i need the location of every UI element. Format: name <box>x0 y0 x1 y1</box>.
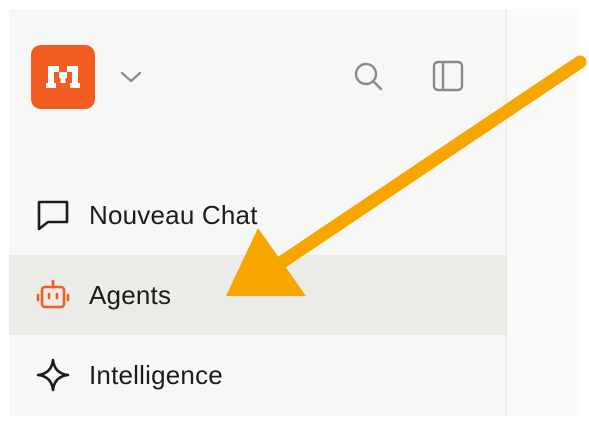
sidebar-item-agents[interactable]: Agents <box>9 255 506 335</box>
sidebar-toggle-icon <box>432 60 464 92</box>
search-icon <box>354 62 383 91</box>
sidebar-item-label: Intelligence <box>89 359 223 390</box>
sidebar-item-nouveau-chat[interactable]: Nouveau Chat <box>9 175 506 255</box>
workspace-menu-button[interactable] <box>117 67 145 87</box>
robot-icon <box>35 277 71 313</box>
search-button[interactable] <box>351 59 385 93</box>
sidebar-toggle-button[interactable] <box>431 59 465 93</box>
main-content-area <box>507 9 580 416</box>
sidebar-item-label: Nouveau Chat <box>89 199 258 230</box>
workspace-logo[interactable] <box>31 45 95 109</box>
chat-bubble-icon <box>35 197 71 233</box>
sparkle-icon <box>35 357 71 393</box>
chevron-down-icon <box>120 71 142 83</box>
sidebar-item-label: Agents <box>89 279 172 310</box>
sidebar-item-intelligence[interactable]: Intelligence <box>9 335 506 415</box>
app-window: Nouveau Chat Agents Intelligence <box>9 9 580 416</box>
sidebar: Nouveau Chat Agents Intelligence <box>9 9 507 416</box>
mistral-logo-icon <box>46 66 80 88</box>
